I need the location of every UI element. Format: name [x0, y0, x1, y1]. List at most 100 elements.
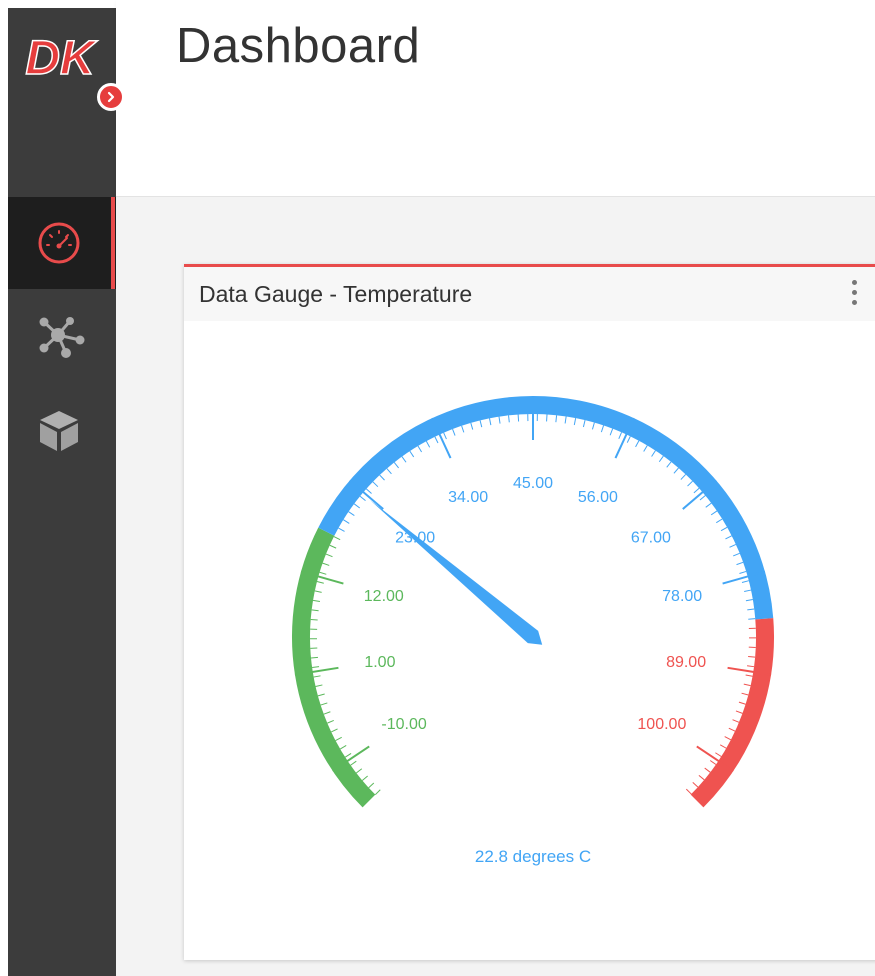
tick-label: 56.00	[578, 489, 618, 506]
minor-tick	[747, 665, 755, 668]
tick-label: 1.00	[364, 654, 395, 671]
minor-tick	[739, 570, 747, 574]
dk-logo[interactable]: DK	[20, 26, 100, 86]
minor-tick	[687, 480, 693, 487]
minor-tick	[600, 425, 605, 433]
minor-tick	[350, 760, 357, 766]
minor-tick	[626, 436, 631, 443]
minor-tick	[747, 608, 755, 611]
tick-label: -10.00	[381, 716, 426, 733]
minor-tick	[434, 436, 439, 444]
sidebar-item-devices[interactable]	[8, 381, 116, 473]
minor-tick	[316, 581, 324, 584]
tick-label: 45.00	[513, 475, 553, 492]
gauge-widget: Data Gauge - Temperature -10.00 1.00 12.00…	[184, 264, 875, 960]
page-title: Dashboard	[176, 19, 421, 73]
minor-tick	[359, 495, 366, 502]
tick-label: 100.00	[637, 716, 686, 733]
minor-tick	[582, 420, 586, 428]
sidebar-item-dashboard[interactable]	[8, 197, 116, 289]
gauge-value-readout: 22.8 degrees C	[475, 847, 591, 866]
gauge-band-2	[690, 618, 774, 808]
minor-tick	[729, 543, 737, 548]
gauge-needle	[369, 499, 543, 645]
minor-tick	[748, 655, 756, 658]
minor-tick	[716, 518, 723, 524]
minor-tick	[317, 693, 325, 697]
minor-tick	[355, 768, 363, 774]
tick-label: 67.00	[631, 529, 671, 546]
minor-tick	[333, 536, 341, 541]
network-icon	[39, 317, 85, 358]
minor-tick	[401, 456, 407, 463]
minor-tick	[698, 774, 705, 781]
sidebar-item-network[interactable]	[8, 289, 116, 381]
expand-sidebar-button[interactable]	[97, 83, 125, 111]
minor-tick	[735, 710, 743, 714]
minor-tick	[732, 719, 740, 723]
tick-label: 12.00	[364, 588, 404, 605]
minor-tick	[425, 440, 431, 448]
chevron-right-icon	[107, 91, 115, 103]
minor-tick	[339, 745, 347, 750]
minor-tick	[322, 562, 330, 566]
minor-tick	[374, 789, 381, 796]
logo-text: DK	[25, 32, 98, 85]
gauge-band-0	[292, 527, 376, 808]
minor-tick	[344, 753, 352, 758]
minor-tick	[443, 432, 447, 440]
minor-tick	[710, 510, 718, 516]
minor-tick	[591, 422, 595, 430]
minor-tick	[320, 702, 328, 706]
minor-tick	[409, 450, 415, 458]
minor-tick	[393, 462, 400, 469]
minor-tick	[728, 727, 736, 732]
minor-tick	[343, 519, 350, 524]
minor-tick	[310, 619, 318, 621]
minor-tick	[329, 544, 337, 549]
minor-tick	[685, 788, 692, 795]
minor-tick	[692, 782, 699, 788]
minor-tick	[635, 440, 640, 448]
minor-tick	[452, 428, 456, 436]
minor-tick	[323, 711, 331, 715]
minor-tick	[719, 744, 727, 749]
minor-tick	[651, 450, 656, 457]
active-indicator	[111, 197, 115, 289]
minor-tick	[368, 782, 375, 789]
minor-tick	[417, 445, 423, 453]
minor-tick	[311, 609, 319, 612]
minor-tick	[680, 474, 687, 480]
main-content: Data Gauge - Temperature -10.00 1.00 12.00…	[116, 197, 875, 976]
minor-tick	[564, 416, 567, 424]
minor-tick	[738, 701, 746, 705]
minor-tick	[327, 719, 334, 724]
minor-tick	[461, 425, 465, 433]
minor-tick	[673, 467, 679, 474]
minor-tick	[741, 580, 749, 583]
minor-tick	[315, 684, 323, 687]
gauge-band-1	[318, 396, 774, 620]
minor-tick	[699, 495, 706, 501]
minor-tick	[745, 674, 753, 677]
minor-tick	[312, 666, 320, 669]
minor-tick	[386, 468, 392, 475]
minor-tick	[498, 416, 501, 424]
minor-tick	[720, 526, 728, 532]
minor-tick	[705, 502, 712, 508]
minor-tick	[331, 728, 338, 733]
minor-tick	[643, 445, 648, 452]
minor-tick	[325, 553, 333, 558]
minor-tick	[361, 775, 368, 781]
tick-label: 89.00	[666, 654, 706, 671]
minor-tick	[744, 589, 752, 593]
minor-tick	[379, 474, 385, 481]
minor-tick	[704, 767, 711, 773]
minor-tick	[618, 432, 623, 439]
minor-tick	[733, 552, 740, 557]
minor-tick	[319, 571, 327, 575]
minor-tick	[470, 422, 474, 430]
minor-tick	[335, 736, 342, 742]
minor-tick	[748, 618, 756, 620]
minor-tick	[372, 481, 379, 488]
